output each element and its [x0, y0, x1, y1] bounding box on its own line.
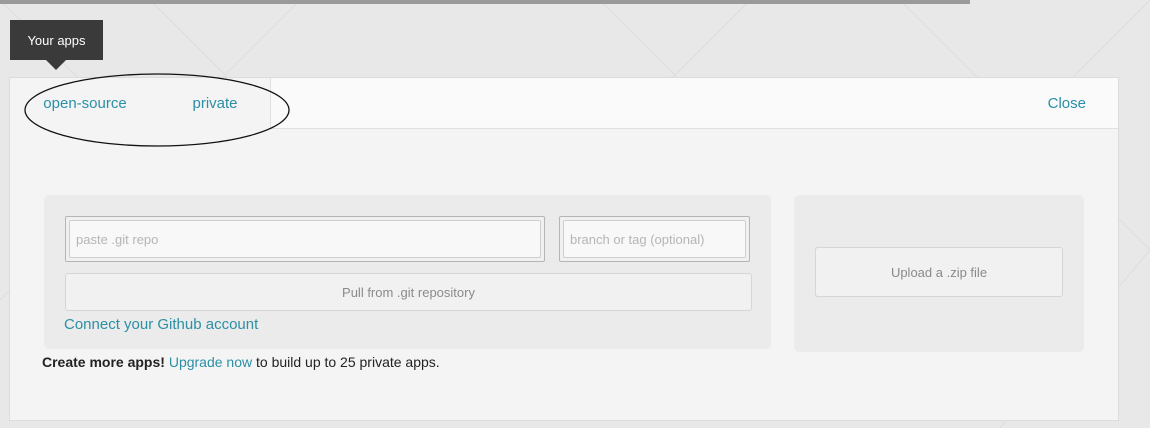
branch-tag-input[interactable] [563, 220, 746, 258]
git-repo-input[interactable] [69, 220, 541, 258]
upgrade-rest-text: to build up to 25 private apps. [256, 354, 440, 370]
new-app-panel: open-source private Close Pull from .git… [9, 73, 1119, 421]
git-repository-box: Pull from .git repository Connect your G… [44, 195, 771, 349]
zip-upload-box: Upload a .zip file [794, 195, 1084, 352]
upgrade-message: Create more apps! Upgrade now to build u… [42, 354, 440, 370]
tab-private[interactable]: private [160, 78, 271, 129]
tab-open-source[interactable]: open-source [10, 78, 161, 129]
upgrade-bold-text: Create more apps! [42, 354, 165, 370]
top-progress-bar [0, 0, 970, 4]
close-link[interactable]: Close [1048, 95, 1086, 112]
upload-zip-label: Upload a .zip file [890, 264, 988, 280]
connect-github-link[interactable]: Connect your Github account [64, 316, 258, 333]
branch-input-frame [559, 216, 750, 262]
upgrade-now-link[interactable]: Upgrade now [169, 354, 252, 370]
your-apps-label: Your apps [27, 32, 86, 48]
tab-private-label: private [192, 95, 238, 112]
pull-from-git-button[interactable]: Pull from .git repository [65, 273, 752, 311]
upload-zip-button[interactable]: Upload a .zip file [815, 247, 1063, 297]
source-tab-bar: open-source private Close [10, 78, 1118, 129]
tab-open-source-label: open-source [43, 95, 127, 112]
your-apps-tab[interactable]: Your apps [10, 20, 103, 70]
repo-input-frame [65, 216, 545, 262]
pull-button-label: Pull from .git repository [342, 284, 475, 300]
